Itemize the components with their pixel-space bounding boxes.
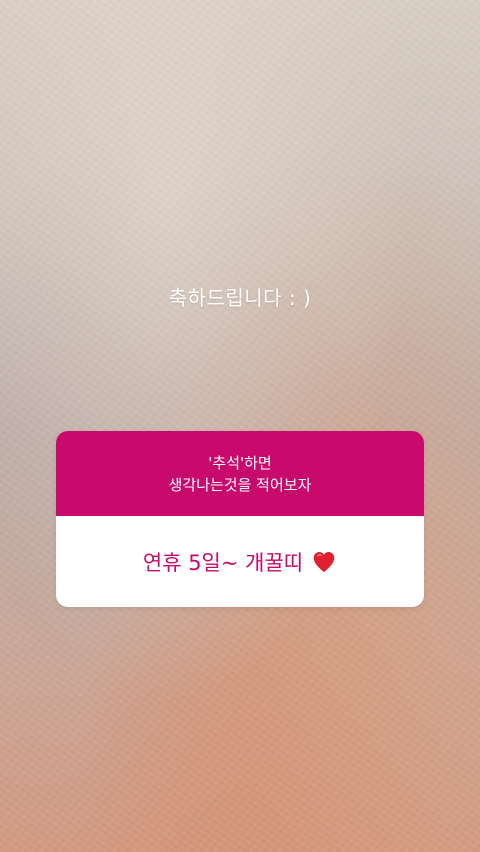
question-prompt-line2: 생각나는것을 적어보자 bbox=[168, 475, 312, 494]
question-answer-area[interactable]: 연휴 5일~ 개꿀띠 bbox=[56, 516, 424, 607]
question-prompt-line1: '추석'하면 bbox=[208, 453, 272, 472]
question-sticker[interactable]: '추석'하면 생각나는것을 적어보자 연휴 5일~ 개꿀띠 bbox=[56, 431, 424, 607]
story-caption-text[interactable]: 축하드립니다 : ) bbox=[0, 282, 480, 311]
question-sticker-header: '추석'하면 생각나는것을 적어보자 bbox=[56, 431, 424, 516]
fur-texture-overlay bbox=[0, 0, 480, 852]
heart-icon bbox=[313, 551, 335, 572]
question-answer-text: 연휴 5일~ 개꿀띠 bbox=[142, 550, 304, 575]
